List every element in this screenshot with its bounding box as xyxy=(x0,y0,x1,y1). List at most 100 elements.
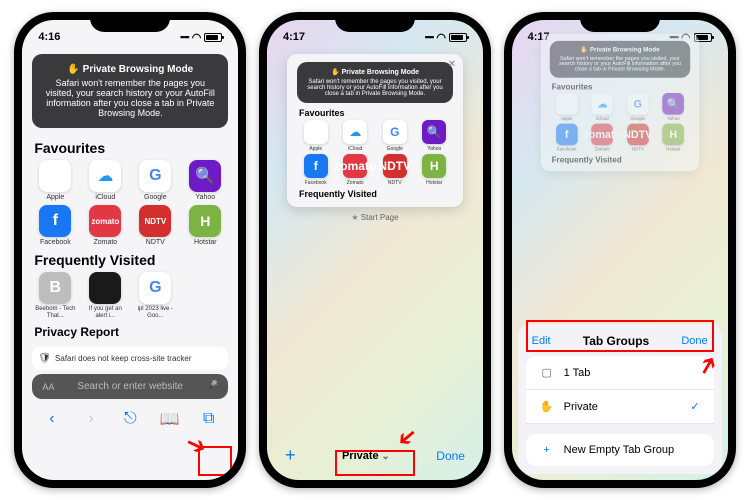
row-label: New Empty Tab Group xyxy=(564,444,674,456)
tab-thumbnail-dimmed: Private Browsing ModeSafari won't rememb… xyxy=(540,34,698,172)
search-placeholder: Search or enter website xyxy=(60,381,200,392)
row-label: Private xyxy=(564,401,598,413)
new-tab-group-button[interactable]: + New Empty Tab Group xyxy=(526,434,714,466)
notch xyxy=(90,12,170,32)
battery-icon xyxy=(449,33,467,42)
privacy-report-heading: Privacy Report xyxy=(22,319,238,343)
fv-ipl[interactable]: Gipl 2023 live - Goo... xyxy=(132,272,178,319)
tabs-button[interactable]: ⧉ xyxy=(195,410,223,428)
favourites-heading-mini: Favourites xyxy=(293,105,457,120)
row-label: 1 Tab xyxy=(564,367,591,379)
private-icon: ✋ xyxy=(540,400,554,413)
screen-3: 4:17 Private Browsing ModeSafari won't r… xyxy=(512,20,728,480)
tab-group-selector[interactable]: Private xyxy=(342,450,390,462)
phone-3: 4:17 Private Browsing ModeSafari won't r… xyxy=(504,12,736,488)
privacy-text: Safari does not keep cross-site tracker xyxy=(55,354,192,363)
favourites-heading: Favourites xyxy=(22,134,238,160)
new-tab-button[interactable]: + xyxy=(285,445,296,466)
fav-hotstar[interactable]: H Hotstar xyxy=(182,205,228,246)
banner-title: Private Browsing Mode xyxy=(44,64,216,75)
fv-label: If you get an alert i... xyxy=(82,306,128,319)
yahoo-icon: 🔍 xyxy=(189,160,221,192)
fav-yahoo[interactable]: 🔍 Yahoo xyxy=(182,160,228,201)
fav-label: NDTV xyxy=(146,239,165,246)
site-icon: B xyxy=(39,272,71,304)
fav-label: iCloud xyxy=(95,194,115,201)
google-icon: G xyxy=(139,160,171,192)
search-aa-icon[interactable]: AA xyxy=(42,382,54,392)
notch xyxy=(335,12,415,32)
highlight-tabs-button xyxy=(198,446,232,476)
screen-2: 4:17 ✕ Private Browsing Mode Safari won'… xyxy=(267,20,483,480)
status-right xyxy=(180,31,222,44)
fav-label: Zomato xyxy=(93,239,117,246)
privacy-row[interactable]: Safari does not keep cross-site tracker xyxy=(32,347,228,370)
yahoo-icon: 🔍 xyxy=(422,120,446,144)
facebook-icon: f xyxy=(39,205,71,237)
private-banner-mini: Private Browsing Mode Safari won't remem… xyxy=(297,62,453,103)
frequently-visited-grid: B Beebom - Tech That... If you get an ale… xyxy=(22,272,238,319)
frequently-visited-heading: Frequently Visited xyxy=(22,246,238,272)
fav-label: Yahoo xyxy=(195,194,215,201)
fav-facebook[interactable]: f Facebook xyxy=(32,205,78,246)
apple-icon xyxy=(39,160,71,192)
site-icon: G xyxy=(139,272,171,304)
fav-label: Hotstar xyxy=(194,239,217,246)
ndtv-icon: NDTV xyxy=(383,154,407,178)
fv-label: ipl 2023 live - Goo... xyxy=(132,306,178,319)
fv-label: Beebom - Tech That... xyxy=(32,306,78,319)
tab-view-toolbar: + Private Done xyxy=(267,437,483,474)
back-button[interactable]: ‹ xyxy=(38,410,66,428)
fav-apple[interactable]: Apple xyxy=(32,160,78,201)
done-button[interactable]: Done xyxy=(436,449,465,463)
edit-button[interactable]: Edit xyxy=(532,335,551,347)
screen-1: 4:16 Private Browsing Mode Safari won't … xyxy=(22,20,238,480)
phone-1: 4:16 Private Browsing Mode Safari won't … xyxy=(14,12,246,488)
forward-button[interactable]: › xyxy=(77,410,105,428)
tab-icon: ▢ xyxy=(540,366,554,379)
fav-icloud[interactable]: ☁ iCloud xyxy=(82,160,128,201)
tab-group-row-private[interactable]: ✋ Private ✓ xyxy=(526,390,714,424)
mic-icon[interactable]: 🎤 xyxy=(206,381,218,392)
fav-zomato[interactable]: zomato Zomato xyxy=(82,205,128,246)
fav-google[interactable]: GGoogle xyxy=(132,160,178,201)
tab-group-row-1tab[interactable]: ▢ 1 Tab xyxy=(526,356,714,390)
sheet-header: Edit Tab Groups Done xyxy=(518,324,722,356)
wifi-icon xyxy=(192,31,202,44)
banner-title: Private Browsing Mode xyxy=(305,68,445,76)
zomato-icon: zomato xyxy=(343,154,367,178)
tab-thumbnail[interactable]: ✕ Private Browsing Mode Safari won't rem… xyxy=(287,54,463,207)
favourites-grid: Apple ☁ iCloud GGoogle 🔍 Yahoo f Facebook z… xyxy=(22,160,238,246)
icloud-icon: ☁ xyxy=(89,160,121,192)
icloud-icon: ☁ xyxy=(343,120,367,144)
fav-ndtv[interactable]: NDTVNDTV xyxy=(132,205,178,246)
fav-label: Facebook xyxy=(40,239,71,246)
tab-caption: Start Page xyxy=(267,213,483,222)
bookmarks-button[interactable]: 📖 xyxy=(155,409,183,429)
close-tab-button[interactable]: ✕ xyxy=(445,58,459,72)
safari-toolbar: ‹ › ⎋ 📖 ⧉ xyxy=(22,403,238,435)
hotstar-icon: H xyxy=(189,205,221,237)
fav-label: Apple xyxy=(46,194,64,201)
favourites-grid-mini: Apple ☁iCloud GGoogle 🔍Yahoo fFacebook z… xyxy=(293,120,457,186)
done-button[interactable]: Done xyxy=(681,335,707,347)
notch xyxy=(580,12,660,32)
hotstar-icon: H xyxy=(422,154,446,178)
apple-icon xyxy=(304,120,328,144)
battery-icon xyxy=(204,33,222,42)
zomato-icon: zomato xyxy=(89,205,121,237)
plus-icon: + xyxy=(540,444,554,456)
banner-body: Safari won't remember the pages you visi… xyxy=(44,78,216,118)
site-icon xyxy=(89,272,121,304)
phone-2: 4:17 ✕ Private Browsing Mode Safari won'… xyxy=(259,12,491,488)
google-icon: G xyxy=(383,120,407,144)
private-banner: Private Browsing Mode Safari won't remem… xyxy=(32,54,228,128)
fv-beebom[interactable]: B Beebom - Tech That... xyxy=(32,272,78,319)
search-bar[interactable]: AA Search or enter website 🎤 xyxy=(32,374,228,399)
share-button[interactable]: ⎋ xyxy=(116,410,144,428)
tab-groups-sheet: Edit Tab Groups Done ▢ 1 Tab ✋ Private ✓… xyxy=(518,324,722,474)
frequently-visited-heading-mini: Frequently Visited xyxy=(293,186,457,201)
fv-apple-support[interactable]: If you get an alert i... xyxy=(82,272,128,319)
facebook-icon: f xyxy=(304,154,328,178)
status-time: 4:17 xyxy=(283,31,305,43)
